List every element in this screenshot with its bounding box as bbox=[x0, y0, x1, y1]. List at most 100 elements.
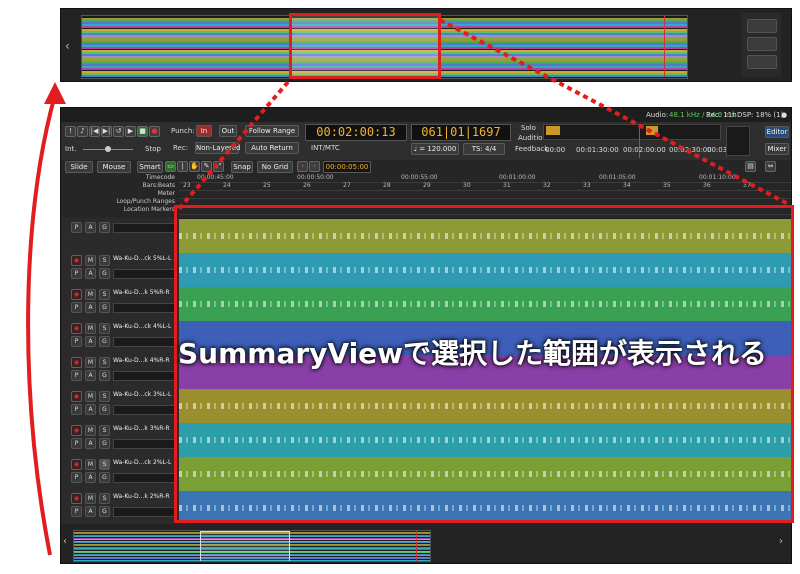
record-enable-icon[interactable]: ◉ bbox=[71, 459, 82, 470]
group-button[interactable]: G bbox=[99, 336, 110, 347]
track-name[interactable]: Wa-Ku-D...k 3%R-R bbox=[113, 425, 170, 432]
track-name[interactable]: Wa-Ku-D...ck 3%L-L bbox=[113, 391, 171, 398]
mouse-mode-select[interactable]: Mouse bbox=[97, 161, 131, 173]
meter-display[interactable]: TS: 4/4 bbox=[463, 143, 505, 155]
automation-button[interactable]: A bbox=[85, 302, 96, 313]
group-button[interactable]: G bbox=[99, 438, 110, 449]
solo-button[interactable]: S bbox=[99, 493, 110, 504]
nudge-back-icon[interactable]: ‹ bbox=[297, 161, 308, 172]
track-header[interactable]: ◉ M S P A G Wa-Ku-D...ck 3%L-L bbox=[71, 390, 179, 426]
playlist-button[interactable]: P bbox=[71, 222, 82, 233]
playlist-button[interactable]: P bbox=[71, 404, 82, 415]
group-button[interactable]: G bbox=[99, 302, 110, 313]
play-icon[interactable]: ▶ bbox=[125, 126, 136, 137]
selector-tool-icon[interactable]: | bbox=[177, 161, 188, 172]
record-enable-icon[interactable]: ◉ bbox=[71, 493, 82, 504]
track-header[interactable]: ◉ M S P A G Wa-Ku-D...k 5%R-R bbox=[71, 288, 179, 324]
rewind-to-start-icon[interactable]: |◀ bbox=[89, 126, 100, 137]
solo-button[interactable]: S bbox=[99, 255, 110, 266]
group-button[interactable]: G bbox=[99, 268, 110, 279]
bottom-selection-box[interactable] bbox=[200, 531, 290, 561]
edit-mode-select[interactable]: Slide bbox=[65, 161, 93, 173]
loop-icon[interactable]: ↺ bbox=[113, 126, 124, 137]
layout-icon[interactable]: ⇔ bbox=[765, 161, 776, 172]
track-name[interactable]: Wa-Ku-D...k 5%R-R bbox=[113, 289, 170, 296]
automation-button[interactable]: A bbox=[85, 222, 96, 233]
track-header[interactable]: ◉ M S P A G Wa-Ku-D...k 3%R-R bbox=[71, 424, 179, 460]
group-button[interactable]: G bbox=[99, 404, 110, 415]
solo-button[interactable]: S bbox=[99, 459, 110, 470]
punch-out-button[interactable]: Out bbox=[219, 125, 237, 137]
track-name[interactable]: Wa-Ku-D...ck 4%L-L bbox=[113, 323, 171, 330]
playlist-button[interactable]: P bbox=[71, 438, 82, 449]
playlist-button[interactable]: P bbox=[71, 336, 82, 347]
automation-button[interactable]: A bbox=[85, 438, 96, 449]
record-enable-icon[interactable]: ◉ bbox=[71, 425, 82, 436]
grabber-tool-icon[interactable]: ✋ bbox=[189, 161, 200, 172]
solo-button[interactable]: S bbox=[99, 391, 110, 402]
playlist-button[interactable]: P bbox=[71, 268, 82, 279]
record-enable-icon[interactable]: ◉ bbox=[71, 255, 82, 266]
forward-to-end-icon[interactable]: ▶| bbox=[101, 126, 112, 137]
summary-selection-box[interactable] bbox=[289, 13, 441, 79]
group-button[interactable]: G bbox=[99, 222, 110, 233]
bottom-scroll-right-icon[interactable]: › bbox=[779, 536, 783, 547]
automation-button[interactable]: A bbox=[85, 268, 96, 279]
zoomer-tool-icon[interactable]: ⤢ bbox=[213, 161, 224, 172]
bottom-scroll-left-icon[interactable]: ‹ bbox=[63, 536, 67, 547]
punch-in-button[interactable]: In bbox=[196, 125, 212, 137]
playlist-button[interactable]: P bbox=[71, 506, 82, 517]
track-header[interactable]: ◉ M S P A G Wa-Ku-D...k 4%R-R bbox=[71, 356, 179, 392]
track-fader-bar[interactable] bbox=[113, 371, 175, 381]
solo-button[interactable]: S bbox=[99, 357, 110, 368]
mute-button[interactable]: M bbox=[85, 459, 96, 470]
solo-button[interactable]: S bbox=[99, 425, 110, 436]
automation-button[interactable]: A bbox=[85, 506, 96, 517]
track-header[interactable]: PAG bbox=[71, 220, 179, 256]
nudge-value[interactable]: 00:00:05:00 bbox=[323, 161, 371, 173]
automation-button[interactable]: A bbox=[85, 404, 96, 415]
tempo-display[interactable]: ♩ = 120.000 bbox=[411, 143, 459, 155]
follow-range-button[interactable]: Follow Range bbox=[245, 125, 299, 137]
group-button[interactable]: G bbox=[99, 506, 110, 517]
record-enable-icon[interactable]: ◉ bbox=[71, 323, 82, 334]
playlist-button[interactable]: P bbox=[71, 370, 82, 381]
track-name[interactable]: Wa-Ku-D...ck 5%L-L bbox=[113, 255, 171, 262]
track-fader-bar[interactable] bbox=[113, 269, 175, 279]
editor-button[interactable]: Editor bbox=[765, 126, 789, 138]
stop-icon[interactable]: ■ bbox=[137, 126, 148, 137]
mute-button[interactable]: M bbox=[85, 493, 96, 504]
sub-counter[interactable]: 061|01|1697 bbox=[411, 124, 511, 141]
track-header[interactable]: ◉ M S P A G Wa-Ku-D...ck 2%L-L bbox=[71, 458, 179, 494]
scroll-left-icon[interactable]: ‹ bbox=[65, 39, 75, 53]
automation-button[interactable]: A bbox=[85, 370, 96, 381]
track-name[interactable]: Wa-Ku-D...ck 2%L-L bbox=[113, 459, 171, 466]
track-header[interactable]: ◉ M S P A G Wa-Ku-D...ck 5%L-L bbox=[71, 254, 179, 290]
auto-return-button[interactable]: Auto Return bbox=[245, 142, 299, 154]
record-icon[interactable]: ● bbox=[149, 126, 160, 137]
track-fader-bar[interactable] bbox=[113, 223, 175, 233]
bottom-summary-tracks[interactable] bbox=[73, 530, 431, 562]
track-name[interactable]: Wa-Ku-D...k 4%R-R bbox=[113, 357, 170, 364]
nudge-forward-icon[interactable]: › bbox=[309, 161, 320, 172]
mute-button[interactable]: M bbox=[85, 425, 96, 436]
mute-button[interactable]: M bbox=[85, 357, 96, 368]
track-header[interactable]: ◉ M S P A G Wa-Ku-D...k 2%R-R bbox=[71, 492, 179, 528]
mute-button[interactable]: M bbox=[85, 391, 96, 402]
view-options-icon[interactable]: ▤ bbox=[745, 161, 756, 172]
record-enable-icon[interactable]: ◉ bbox=[71, 391, 82, 402]
knob-1[interactable] bbox=[747, 19, 777, 33]
group-button[interactable]: G bbox=[99, 370, 110, 381]
track-fader-bar[interactable] bbox=[113, 405, 175, 415]
mute-button[interactable]: M bbox=[85, 289, 96, 300]
track-header[interactable]: ◉ M S P A G Wa-Ku-D...ck 4%L-L bbox=[71, 322, 179, 358]
playlist-button[interactable]: P bbox=[71, 302, 82, 313]
track-fader-bar[interactable] bbox=[113, 439, 175, 449]
grid-select[interactable]: No Grid bbox=[257, 161, 293, 173]
zoom-icon[interactable]: ! bbox=[65, 126, 76, 137]
mute-button[interactable]: M bbox=[85, 323, 96, 334]
record-enable-icon[interactable]: ◉ bbox=[71, 289, 82, 300]
track-fader-bar[interactable] bbox=[113, 507, 175, 517]
knob-3[interactable] bbox=[747, 55, 777, 69]
track-name[interactable]: Wa-Ku-D...k 2%R-R bbox=[113, 493, 170, 500]
